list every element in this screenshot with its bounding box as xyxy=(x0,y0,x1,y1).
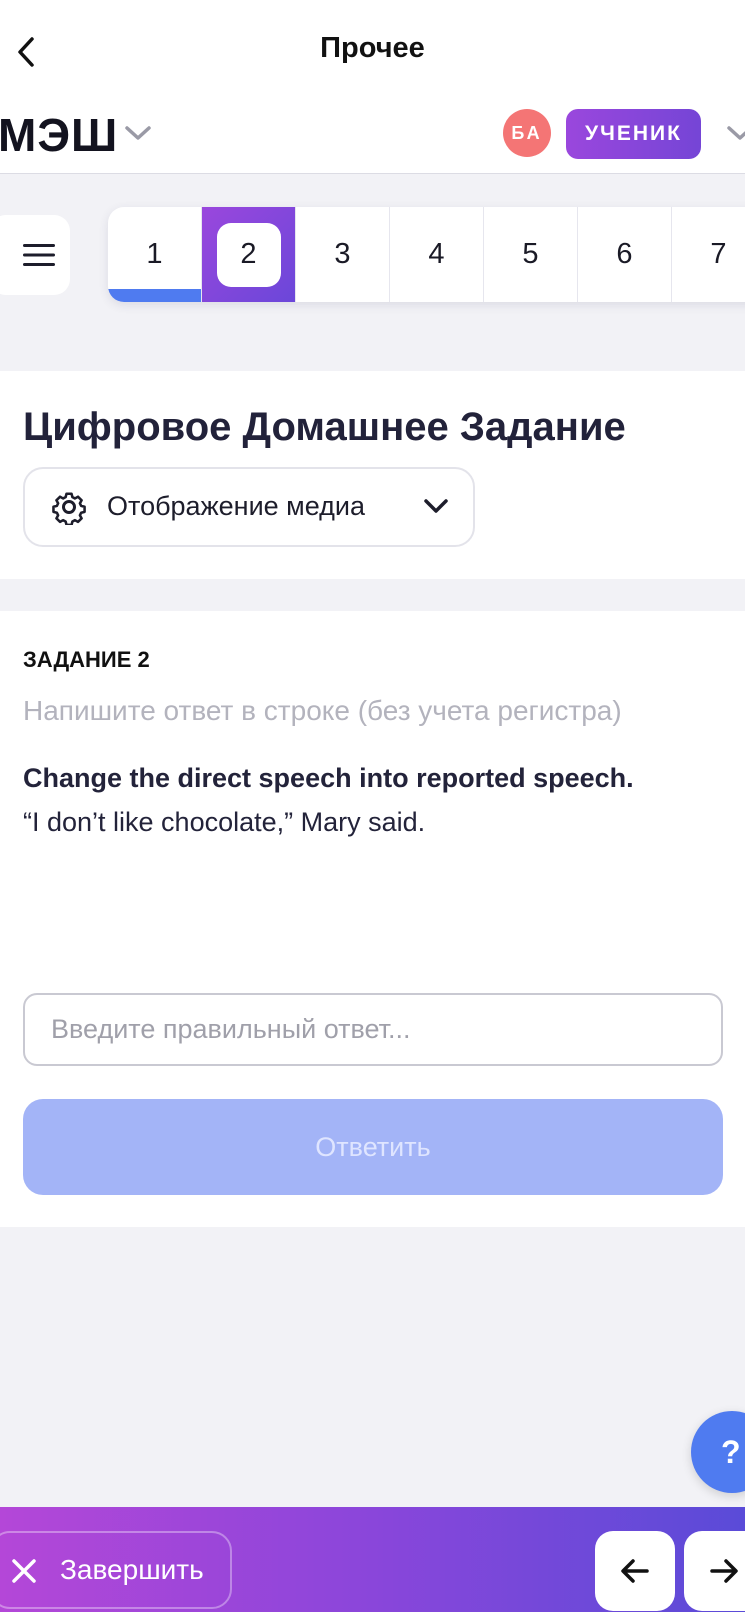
submit-answer-button[interactable]: Ответить xyxy=(23,1099,723,1195)
avatar[interactable]: БА xyxy=(503,109,551,157)
next-question-button[interactable] xyxy=(684,1531,745,1611)
gear-icon xyxy=(52,492,86,525)
top-bar: Прочее xyxy=(0,0,745,100)
brand-bar: МЭШ БА УЧЕНИК xyxy=(0,100,745,174)
question-navigation: 1 2 3 4 5 6 7 xyxy=(108,207,745,302)
task-hint: Напишите ответ в строке (без учета регис… xyxy=(23,695,622,726)
task-card: ЗАДАНИЕ 2 Напишите ответ в строке (без у… xyxy=(0,611,745,1227)
finish-button[interactable]: Завершить xyxy=(0,1531,232,1609)
role-badge[interactable]: УЧЕНИК xyxy=(566,109,701,159)
task-instruction: Change the direct speech into reported s… xyxy=(23,763,634,793)
previous-question-button[interactable] xyxy=(595,1531,675,1611)
media-display-label: Отображение медиа xyxy=(107,491,366,521)
question-tab-5[interactable]: 5 xyxy=(484,207,578,302)
question-tab-7[interactable]: 7 xyxy=(672,207,745,302)
question-tab-2[interactable]: 2 xyxy=(202,207,296,302)
media-display-dropdown[interactable]: Отображение медиа xyxy=(23,467,475,547)
hamburger-icon xyxy=(23,244,55,266)
chevron-down-icon[interactable] xyxy=(726,124,745,142)
task-sentence: “I don’t like chocolate,” Mary said. xyxy=(23,807,426,837)
question-tab-6[interactable]: 6 xyxy=(578,207,672,302)
close-icon xyxy=(12,1559,36,1583)
arrow-right-icon xyxy=(710,1559,738,1583)
help-button-label: ? xyxy=(721,1433,741,1470)
brand-logo[interactable]: МЭШ xyxy=(0,108,118,162)
chevron-down-icon xyxy=(424,499,448,513)
question-tab-3[interactable]: 3 xyxy=(296,207,390,302)
question-tab-4[interactable]: 4 xyxy=(390,207,484,302)
finish-label: Завершить xyxy=(60,1554,204,1585)
homework-header-card: Цифровое Домашнее Задание Отображение ме… xyxy=(0,371,745,579)
menu-button[interactable] xyxy=(0,215,70,295)
bottom-bar: Завершить xyxy=(0,1507,745,1612)
help-button[interactable]: ? xyxy=(691,1411,745,1493)
answer-input[interactable] xyxy=(23,993,723,1066)
chevron-down-icon[interactable] xyxy=(124,124,152,142)
question-tab-1[interactable]: 1 xyxy=(108,207,202,302)
arrow-left-icon xyxy=(621,1559,649,1583)
task-number: ЗАДАНИЕ 2 xyxy=(23,647,150,672)
page-title: Прочее xyxy=(320,32,425,64)
homework-title: Цифровое Домашнее Задание xyxy=(23,405,626,449)
